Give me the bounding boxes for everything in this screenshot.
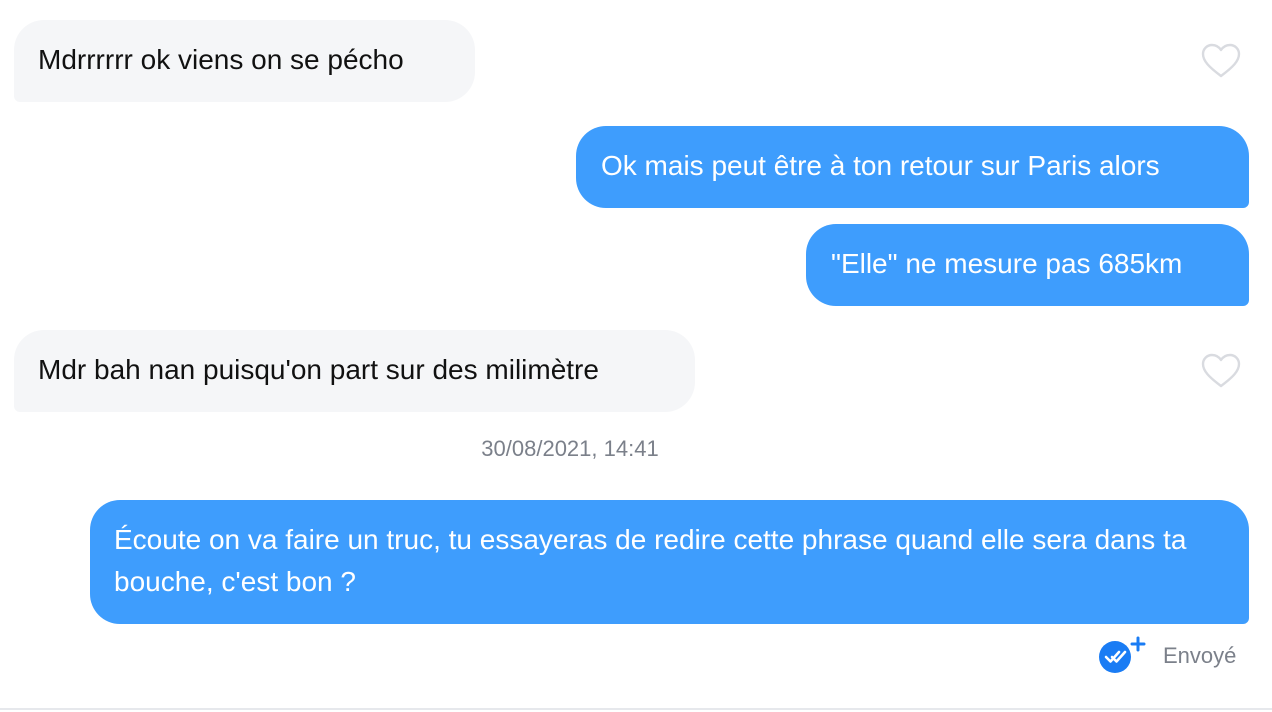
message-bubble-outgoing[interactable]: Ok mais peut être à ton retour sur Paris… xyxy=(576,126,1249,208)
message-bubble-outgoing[interactable]: Écoute on va faire un truc, tu essayeras… xyxy=(90,500,1249,624)
status-label: Envoyé xyxy=(1163,643,1237,668)
bottom-divider xyxy=(0,708,1272,710)
double-check-plus-icon xyxy=(1099,636,1146,673)
message-bubble-incoming[interactable]: Mdr bah nan puisqu'on part sur des milim… xyxy=(14,330,695,412)
delivery-status: Envoyé xyxy=(1098,636,1236,676)
message-bubble-outgoing[interactable]: "Elle" ne mesure pas 685km xyxy=(806,224,1249,306)
message-timestamp: 30/08/2021, 14:41 xyxy=(481,436,659,461)
heart-icon[interactable] xyxy=(1201,352,1241,392)
chat-thread: Mdrrrrrr ok viens on se pécho Ok mais pe… xyxy=(0,0,1272,712)
heart-icon[interactable] xyxy=(1201,42,1241,82)
message-bubble-incoming[interactable]: Mdrrrrrr ok viens on se pécho xyxy=(14,20,475,102)
